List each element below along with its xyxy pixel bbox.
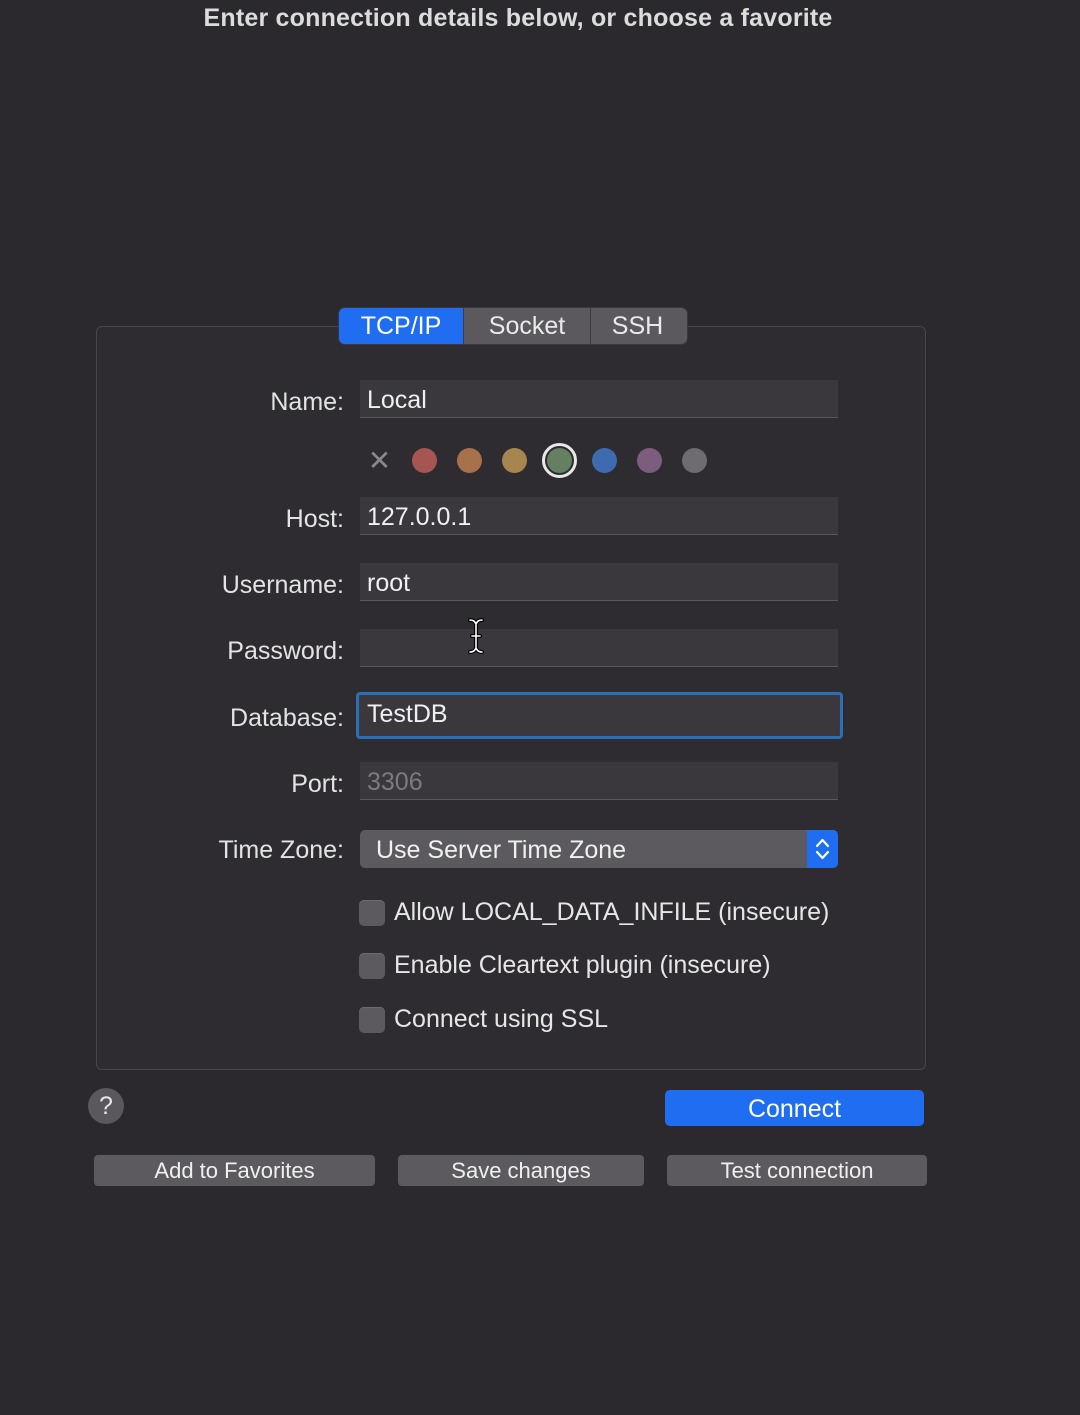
test-connection-button[interactable]: Test connection <box>667 1155 927 1186</box>
color-green[interactable] <box>542 442 577 478</box>
page-heading: Enter connection details below, or choos… <box>203 4 833 32</box>
color-gray[interactable] <box>682 447 707 473</box>
color-picker: ✕ <box>367 442 727 478</box>
checkbox-label: Connect using SSL <box>394 1005 609 1033</box>
color-yellow[interactable] <box>502 447 527 473</box>
ssl-checkbox[interactable]: Connect using SSL <box>359 1005 608 1034</box>
checkbox-label: Enable Cleartext plugin (insecure) <box>394 951 771 979</box>
host-field[interactable]: 127.0.0.1 <box>360 497 838 535</box>
host-label: Host: <box>285 505 344 533</box>
color-orange[interactable] <box>457 447 482 473</box>
tab-ssh[interactable]: SSH <box>590 308 687 344</box>
color-red[interactable] <box>412 447 437 473</box>
color-blue[interactable] <box>592 447 617 473</box>
checkbox-box[interactable] <box>359 952 385 979</box>
local-infile-checkbox[interactable]: Allow LOCAL_DATA_INFILE (insecure) <box>359 898 829 927</box>
no-color-icon[interactable]: ✕ <box>367 446 392 474</box>
port-field[interactable]: 3306 <box>360 762 838 800</box>
checkbox-box[interactable] <box>359 899 385 926</box>
cleartext-plugin-checkbox[interactable]: Enable Cleartext plugin (insecure) <box>359 951 771 980</box>
color-purple[interactable] <box>637 447 662 473</box>
help-button[interactable]: ? <box>88 1088 124 1124</box>
name-field[interactable]: Local <box>360 380 838 418</box>
save-changes-button[interactable]: Save changes <box>398 1155 644 1186</box>
tab-tcpip[interactable]: TCP/IP <box>339 308 463 344</box>
tab-socket[interactable]: Socket <box>463 308 590 344</box>
checkbox-label: Allow LOCAL_DATA_INFILE (insecure) <box>394 898 830 926</box>
timezone-value: Use Server Time Zone <box>376 836 627 864</box>
port-label: Port: <box>291 770 344 798</box>
name-label: Name: <box>270 388 344 416</box>
timezone-label: Time Zone: <box>218 836 344 864</box>
username-field[interactable]: root <box>360 563 838 601</box>
chevron-updown-icon <box>807 830 838 868</box>
checkbox-box[interactable] <box>359 1006 385 1033</box>
text-cursor-icon <box>468 618 484 654</box>
username-label: Username: <box>221 571 344 599</box>
add-to-favorites-button[interactable]: Add to Favorites <box>94 1155 375 1186</box>
database-label: Database: <box>230 704 344 732</box>
database-field[interactable]: TestDB <box>356 692 843 739</box>
connect-button[interactable]: Connect <box>665 1090 924 1126</box>
timezone-select[interactable]: Use Server Time Zone <box>360 830 838 868</box>
password-field[interactable] <box>360 629 838 667</box>
connection-type-tabs: TCP/IP Socket SSH <box>339 308 687 344</box>
password-label: Password: <box>227 637 344 665</box>
